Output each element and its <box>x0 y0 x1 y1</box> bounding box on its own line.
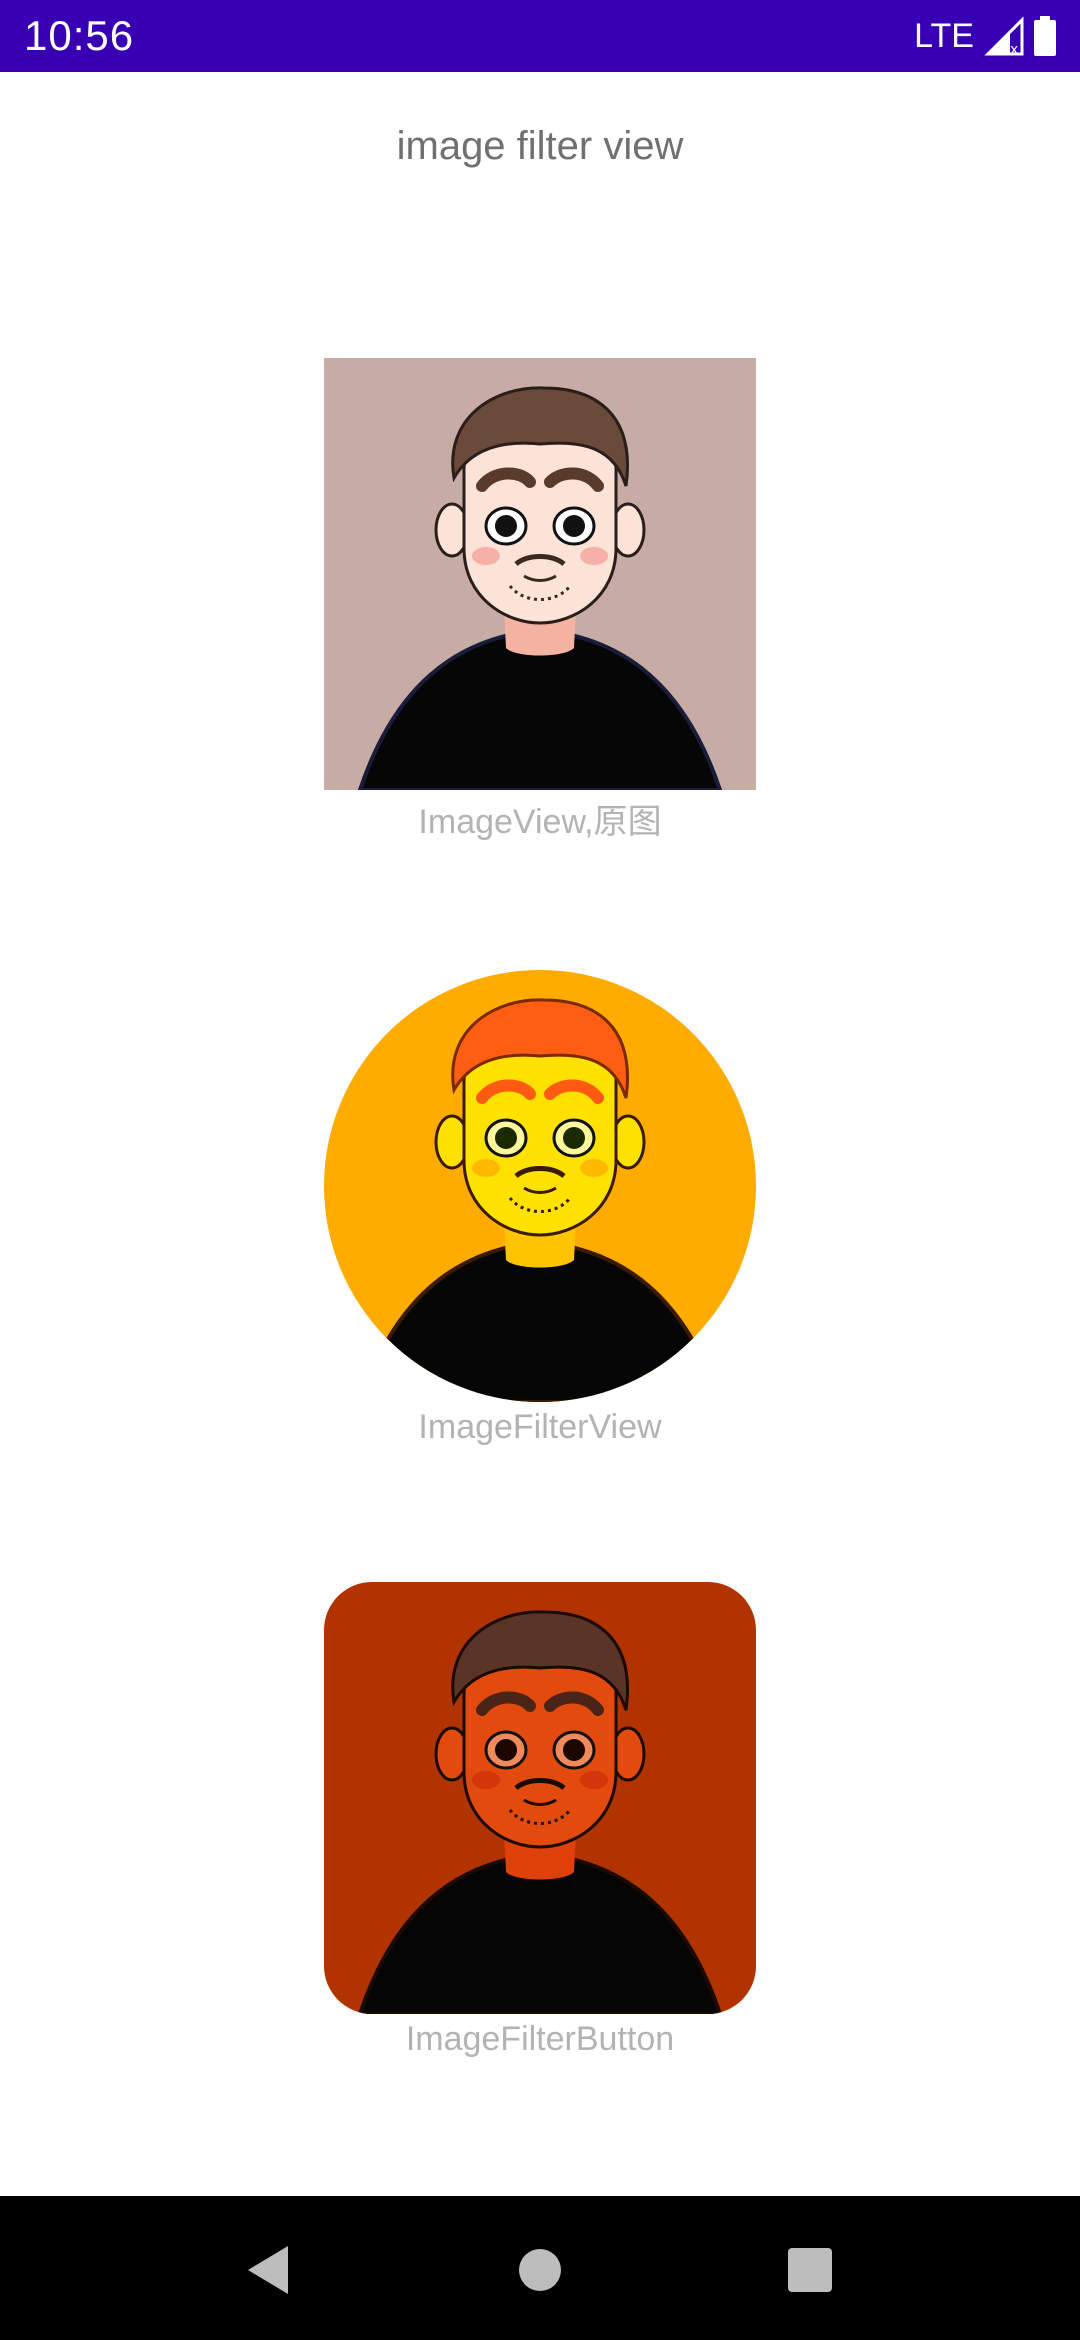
svg-text:x: x <box>1010 42 1018 56</box>
imageview-original <box>324 358 756 790</box>
caption-imageview: ImageView,原图 <box>418 803 662 841</box>
back-icon[interactable] <box>244 2244 292 2296</box>
battery-icon <box>1034 16 1056 56</box>
page-title: image filter view <box>396 124 684 168</box>
avatar-illustration <box>324 970 756 1402</box>
network-type: LTE <box>914 16 974 55</box>
navigation-bar <box>0 2196 1080 2340</box>
signal-icon: x <box>984 16 1024 56</box>
status-icons: LTE x <box>914 14 1056 58</box>
status-time: 10:56 <box>24 12 135 59</box>
status-bar: 10:56 LTE x <box>0 0 1080 72</box>
imagefilterview <box>324 970 756 1402</box>
caption-imagefilterview: ImageFilterView <box>418 1408 662 1446</box>
caption-imagefilterbutton: ImageFilterButton <box>405 2020 675 2058</box>
recents-icon[interactable] <box>786 2244 834 2296</box>
home-icon[interactable] <box>518 2244 562 2296</box>
avatar-illustration <box>324 358 756 790</box>
avatar-illustration <box>324 1582 756 2014</box>
imagefilterbutton[interactable] <box>324 1582 756 2014</box>
